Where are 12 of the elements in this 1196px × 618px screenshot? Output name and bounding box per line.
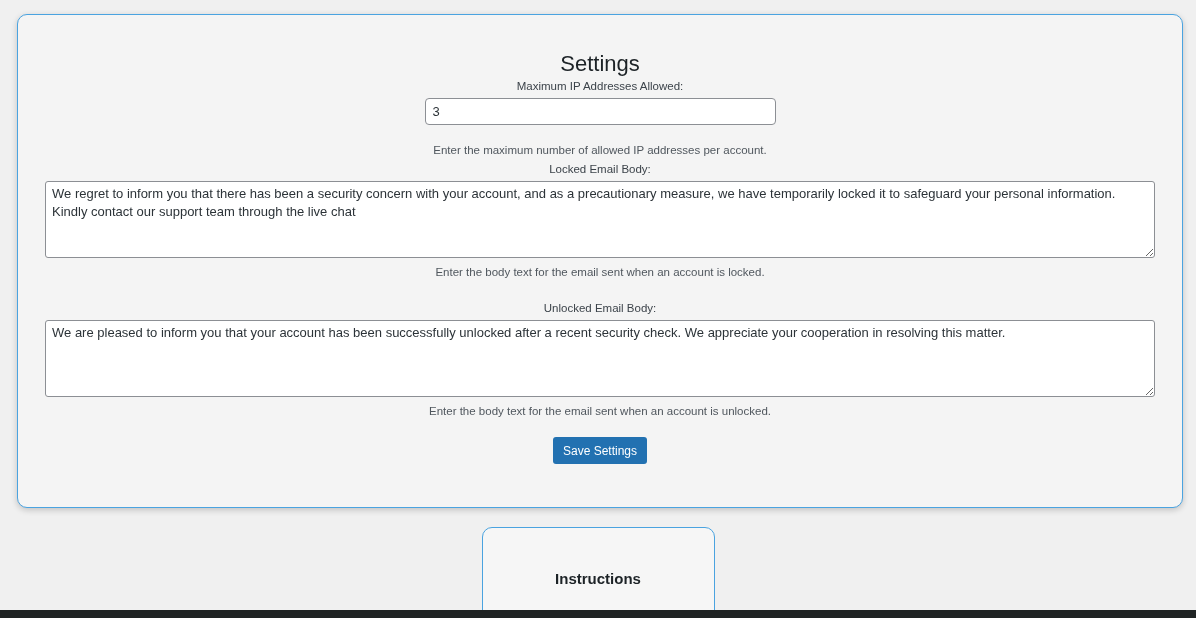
save-button[interactable]: Save Settings: [552, 437, 647, 464]
help-text: Enter the body text for the email sent when an account is unlocked.: [429, 404, 771, 418]
field-label: Maximum IP Addresses Allowed:: [516, 79, 684, 93]
field-label: Locked Email Body:: [549, 162, 651, 176]
text-area[interactable]: We regret to inform you that there has been a security concern with your account, and as a precautionary measure, we have temporarily locked it to safeguard your personal information. Kindly contact our support team through the live chat: [45, 181, 1155, 258]
text-area[interactable]: We are pleased to inform you that your account has been successfully unlocked after a recent security check. We appreciate your cooperation in resolving this matter.: [45, 320, 1155, 397]
input-field[interactable]: 3: [424, 98, 776, 125]
settings-title: Settings: [560, 51, 640, 77]
instructions-title: Instructions: [554, 570, 642, 587]
field-label: Unlocked Email Body:: [543, 301, 657, 315]
help-text: Enter the body text for the email sent when an account is locked.: [435, 265, 765, 279]
help-text: Enter the maximum number of allowed IP addresses per account.: [433, 143, 767, 157]
